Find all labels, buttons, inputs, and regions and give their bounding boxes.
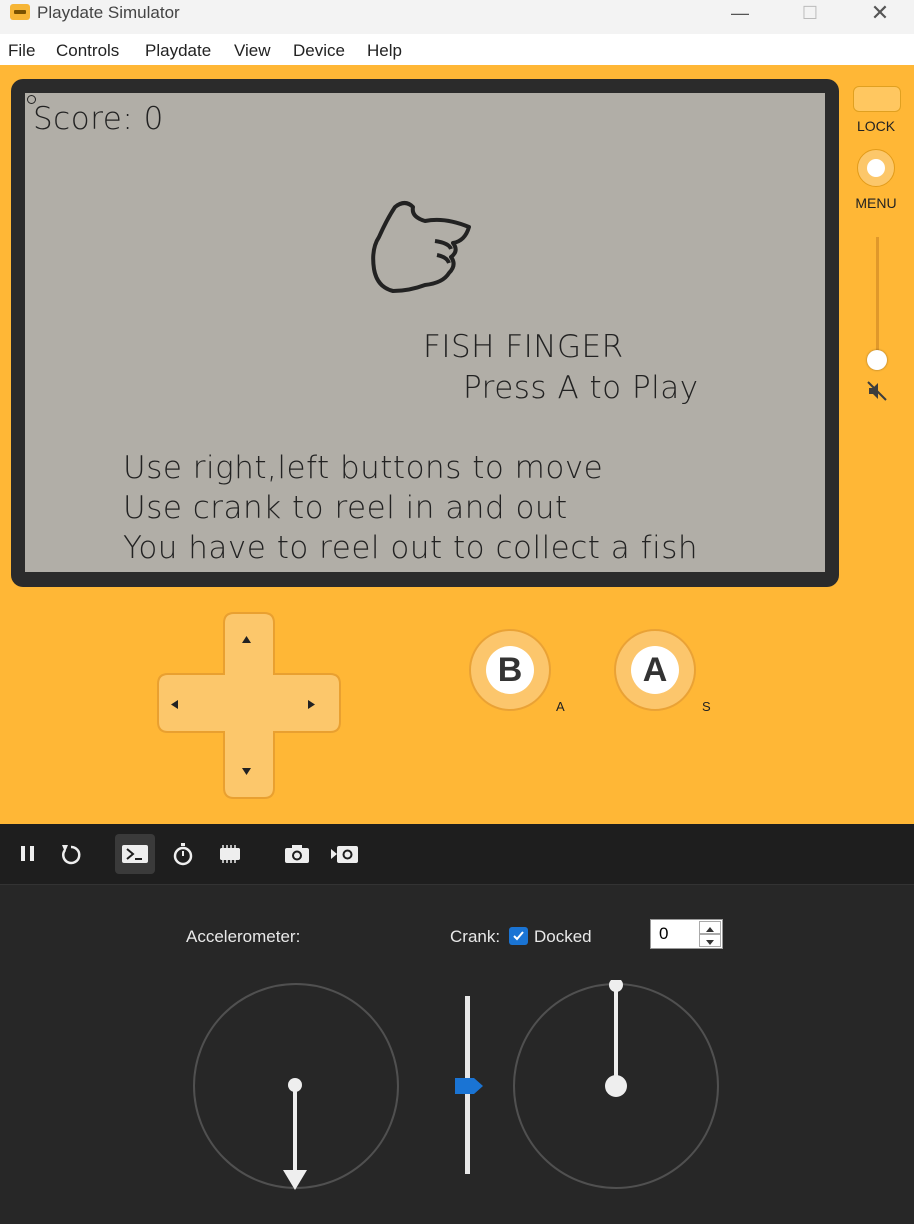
instruction-line: Use right,left buttons to move	[123, 450, 604, 486]
game-title: FISH FINGER	[423, 329, 624, 365]
crank-label: Crank:	[450, 927, 501, 946]
a-button[interactable]: A	[614, 629, 696, 711]
memory-chip-icon[interactable]	[210, 834, 250, 874]
lock-button[interactable]	[853, 86, 901, 112]
stopwatch-icon[interactable]	[163, 834, 203, 874]
menu-help[interactable]: Help	[367, 41, 402, 61]
screen-bezel: Score: 0 FISH FINGER Press A to Play Use…	[11, 79, 839, 587]
a-button-label: A	[631, 646, 679, 694]
crank-slider[interactable]	[450, 992, 490, 1178]
crank-slider-thumb[interactable]	[455, 1078, 483, 1094]
volume-slider-knob[interactable]	[867, 350, 887, 370]
game-screen[interactable]: Score: 0 FISH FINGER Press A to Play Use…	[25, 93, 825, 572]
close-button[interactable]: ✕	[845, 0, 914, 28]
b-button[interactable]: B	[469, 629, 551, 711]
simulator-toolbar	[0, 824, 914, 885]
chevron-down-icon	[706, 940, 714, 945]
minimize-button[interactable]: —	[705, 0, 775, 28]
instruction-line: Use crank to reel in and out	[123, 490, 568, 526]
crank-angle-input[interactable]	[651, 920, 697, 948]
title-bar: Playdate Simulator — ☐ ✕	[0, 0, 914, 34]
menu-device[interactable]: Device	[293, 41, 345, 61]
instruction-line: You have to reel out to collect a fish	[123, 530, 698, 566]
menu-controls[interactable]: Controls	[56, 41, 119, 61]
device-body: Score: 0 FISH FINGER Press A to Play Use…	[0, 65, 914, 824]
press-a-text: Press A to Play	[463, 370, 699, 406]
window-title: Playdate Simulator	[37, 3, 180, 22]
checkmark-icon	[513, 931, 524, 941]
stepper-up-button[interactable]	[699, 921, 721, 934]
mute-icon	[867, 381, 887, 401]
lock-label: LOCK	[856, 118, 896, 134]
crank-dial[interactable]	[510, 980, 722, 1194]
score-text: Score: 0	[33, 101, 164, 137]
menu-file[interactable]: File	[8, 41, 35, 61]
b-key-hint: A	[556, 699, 565, 714]
crank-angle-stepper	[650, 919, 723, 949]
menu-bar: File Controls Playdate View Device Help	[0, 34, 914, 65]
crank-handle[interactable]	[609, 980, 623, 992]
accelerometer-handle[interactable]	[288, 1078, 302, 1092]
docked-label: Docked	[534, 927, 592, 946]
playdate-app-icon	[10, 4, 30, 20]
hand-sprite-icon	[371, 201, 471, 293]
dpad[interactable]	[150, 610, 345, 802]
maximize-button[interactable]: ☐	[775, 0, 845, 28]
b-button-label: B	[486, 646, 534, 694]
volume-slider-track[interactable]	[876, 237, 879, 361]
accelerometer-label: Accelerometer:	[186, 927, 301, 946]
menu-view[interactable]: View	[234, 41, 271, 61]
menu-playdate[interactable]: Playdate	[145, 41, 211, 61]
pause-icon[interactable]	[8, 834, 48, 874]
a-key-hint: S	[702, 699, 711, 714]
restart-icon[interactable]	[51, 834, 91, 874]
menu-button[interactable]	[857, 149, 895, 187]
accelerometer-dial[interactable]	[190, 980, 402, 1194]
menu-label: MENU	[855, 195, 897, 211]
video-record-icon[interactable]	[324, 834, 364, 874]
camera-icon[interactable]	[277, 834, 317, 874]
stepper-down-button[interactable]	[699, 934, 721, 947]
crank-hub	[605, 1075, 627, 1097]
console-icon[interactable]	[115, 834, 155, 874]
docked-checkbox[interactable]	[509, 927, 528, 945]
